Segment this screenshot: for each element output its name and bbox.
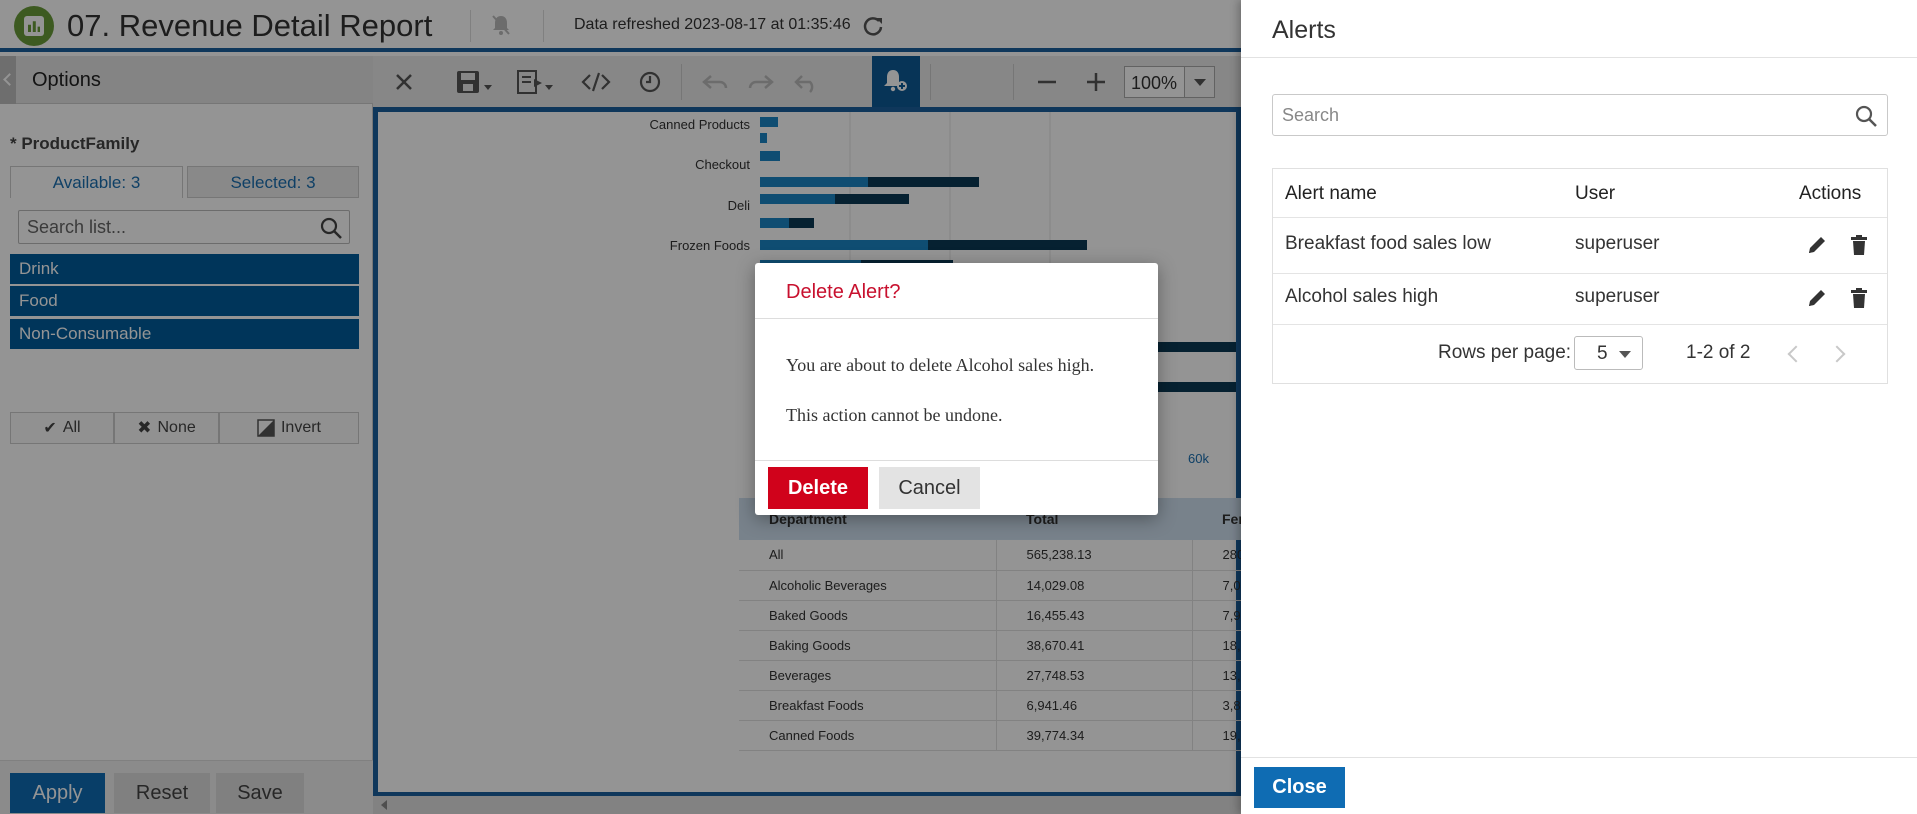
column-header-alert-name: Alert name [1285,183,1377,204]
drawer-divider [1241,757,1917,758]
alerts-table: Alert name User Actions Breakfast food s… [1272,168,1888,384]
drawer-title: Alerts [1272,16,1336,44]
row-divider [1273,273,1887,274]
chevron-left-icon[interactable] [1783,343,1803,363]
alerts-search [1272,94,1888,136]
drawer-divider [1241,57,1917,58]
rows-per-page-label: Rows per page: [1438,342,1572,363]
alerts-search-input[interactable] [1273,95,1833,135]
edit-icon[interactable] [1804,232,1830,258]
search-icon[interactable] [1854,104,1878,128]
column-header-user: User [1575,183,1616,204]
dialog-warning: This action cannot be undone. [786,405,1003,425]
alert-name: Breakfast food sales low [1285,233,1491,254]
trash-icon[interactable] [1846,232,1872,258]
column-header-actions: Actions [1799,183,1862,204]
close-button[interactable]: Close [1254,767,1345,808]
report-app: 07. Revenue Detail Report Data refreshed… [0,0,1917,814]
cancel-button[interactable]: Cancel [879,467,980,509]
delete-alert-dialog: Delete Alert? You are about to delete Al… [755,263,1158,515]
pagination-range: 1-2 of 2 [1686,342,1751,363]
row-divider [1273,324,1887,325]
row-divider [1273,217,1887,218]
chevron-right-icon[interactable] [1829,343,1849,363]
rows-per-page-select[interactable]: 5 [1574,336,1643,370]
dialog-title: Delete Alert? [786,281,901,303]
dialog-divider [755,460,1158,461]
rows-per-page-value: 5 [1597,343,1608,364]
alerts-drawer: Alerts Alert name User Actions Breakfast… [1241,0,1917,814]
delete-button[interactable]: Delete [768,467,868,509]
dialog-message: You are about to delete Alcohol sales hi… [786,355,1095,375]
alert-user: superuser [1575,233,1660,254]
trash-icon[interactable] [1846,285,1872,311]
edit-icon[interactable] [1804,285,1830,311]
dialog-divider [755,318,1158,319]
alert-name: Alcohol sales high [1285,286,1439,307]
alert-user: superuser [1575,286,1660,307]
